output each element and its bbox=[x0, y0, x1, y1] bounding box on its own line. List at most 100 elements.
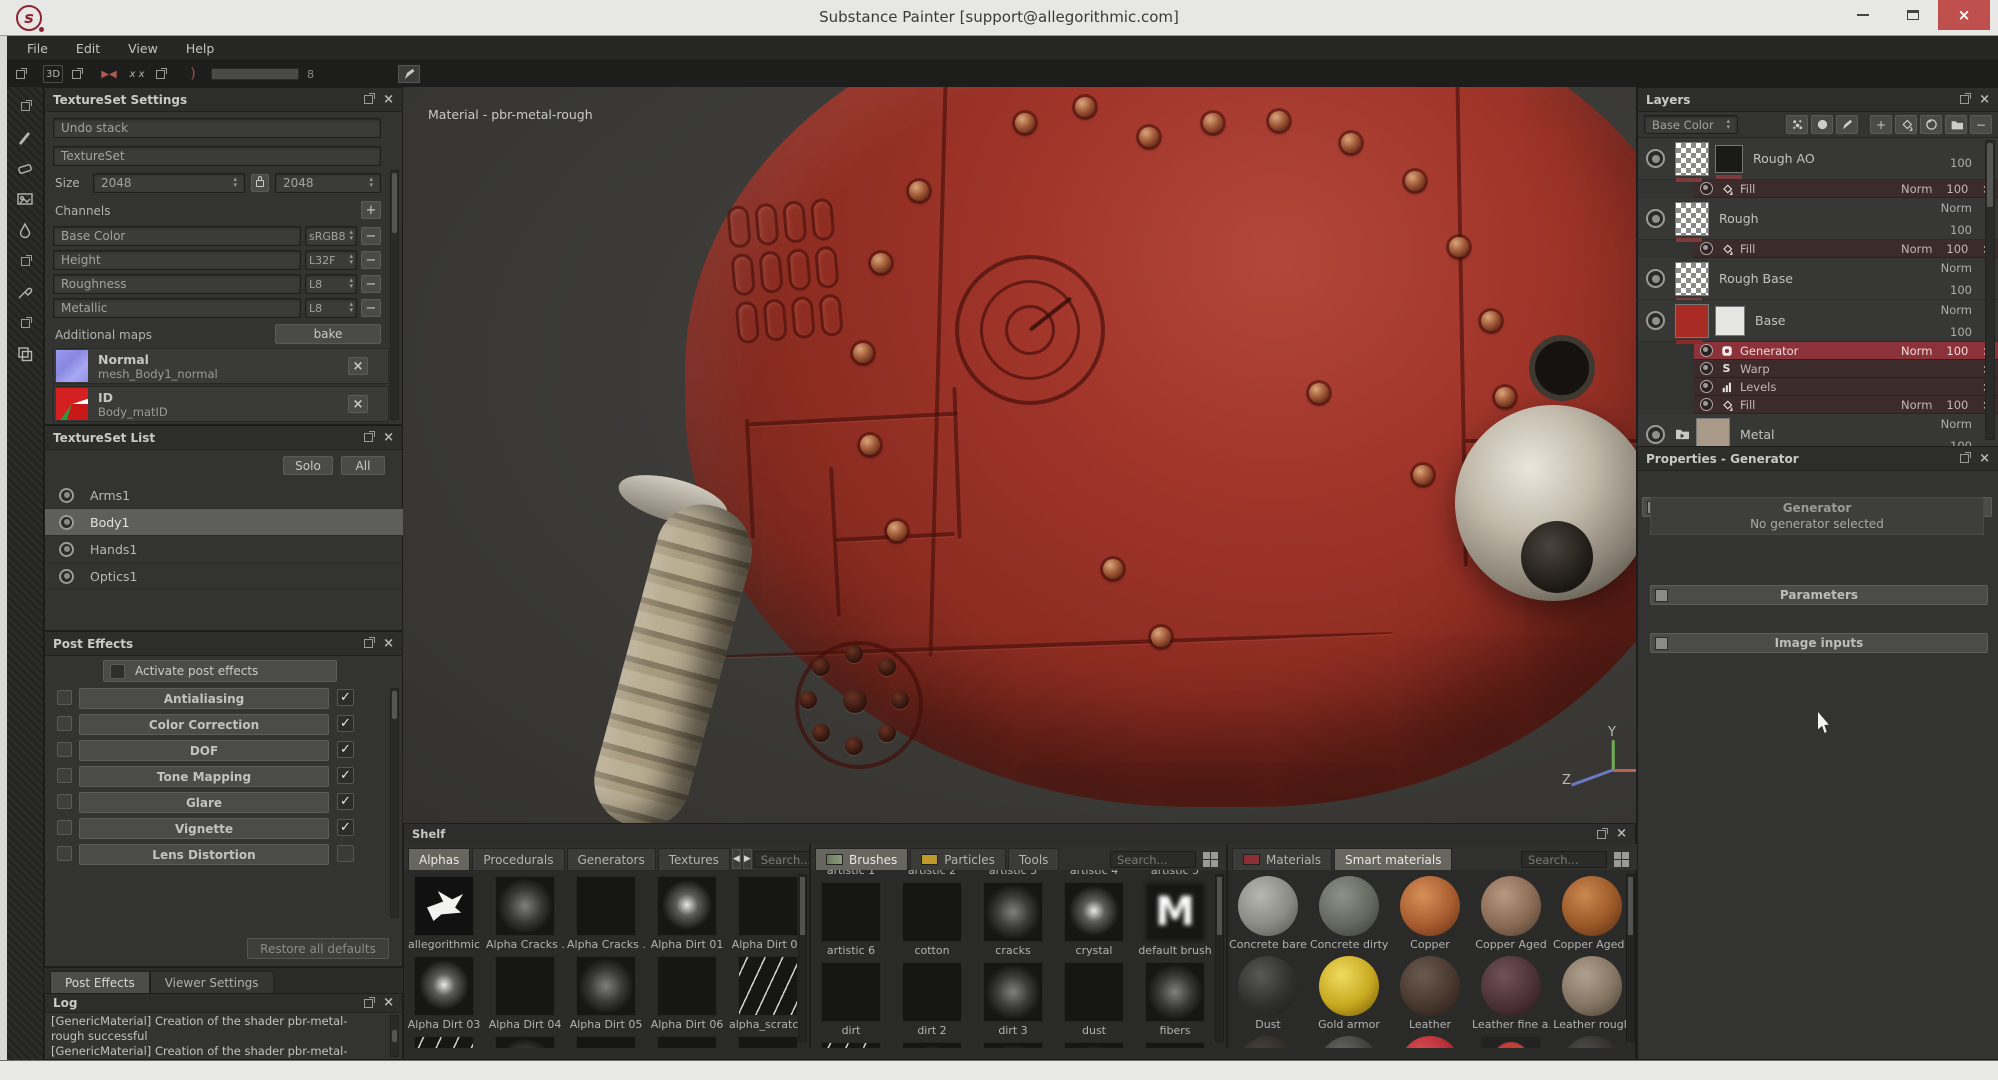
shelf-item[interactable]: Concrete dirty bbox=[1313, 876, 1385, 951]
detach-icon[interactable] bbox=[1960, 95, 1969, 104]
layer-visibility-toggle[interactable] bbox=[1646, 269, 1665, 288]
shelf-item[interactable]: alpha_scratch... bbox=[732, 956, 804, 1031]
shelf-item[interactable] bbox=[1058, 1042, 1130, 1048]
brush-size-slider[interactable] bbox=[211, 68, 299, 80]
shelf-item[interactable]: Alpha Cracks ... bbox=[489, 876, 561, 951]
activate-post-effects-toggle[interactable]: Activate post effects bbox=[103, 660, 337, 682]
folder-expand-icon[interactable] bbox=[1675, 425, 1690, 444]
shelf-item[interactable] bbox=[1394, 1036, 1466, 1048]
shelf-item[interactable]: Leather bbox=[1394, 956, 1466, 1031]
effect-row[interactable]: Fill Norm100× bbox=[1694, 240, 1998, 258]
eyedropper-tool[interactable] bbox=[13, 280, 37, 304]
minimize-button[interactable] bbox=[1840, 0, 1886, 30]
shelf-item[interactable] bbox=[489, 1036, 561, 1048]
shelf-item[interactable]: dirt bbox=[815, 962, 887, 1037]
search-input[interactable]: Search... bbox=[1110, 851, 1196, 868]
projection-tool[interactable] bbox=[13, 187, 37, 211]
shelf-item[interactable]: Alpha Dirt 02 bbox=[732, 876, 804, 951]
effect-checkbox[interactable]: ✓ bbox=[337, 793, 354, 810]
channel-format-select[interactable]: sRGB8▴▾ bbox=[305, 226, 357, 246]
shelf-item[interactable]: dirt 3 bbox=[977, 962, 1049, 1037]
shelf-item[interactable]: Alpha Cracks ... bbox=[570, 876, 642, 951]
shelf-item[interactable]: Alpha Dirt 01 bbox=[651, 876, 723, 951]
lock-ratio-icon[interactable] bbox=[251, 174, 269, 192]
shelf-item[interactable]: Alpha Dirt 05 bbox=[570, 956, 642, 1031]
shelf-item[interactable]: Concrete bare bbox=[1232, 876, 1304, 951]
effect-row[interactable]: S Warp × bbox=[1694, 360, 1998, 378]
shelf-item[interactable] bbox=[408, 1036, 480, 1048]
shelf-item[interactable] bbox=[570, 1036, 642, 1048]
menu-file[interactable]: File bbox=[15, 38, 60, 59]
shelf-item[interactable] bbox=[1232, 1036, 1304, 1048]
shelf-item[interactable]: Mdefault brush bbox=[1139, 882, 1211, 957]
scrollbar[interactable] bbox=[1215, 874, 1224, 1042]
shelf-item[interactable]: artistic 6 bbox=[815, 882, 887, 957]
channel-format-select[interactable]: L8▴▾ bbox=[305, 298, 357, 318]
additional-map-id[interactable]: ID Body_matID × bbox=[53, 386, 389, 422]
shelf-item[interactable] bbox=[1475, 1036, 1547, 1048]
delete-layer-icon[interactable]: − bbox=[1970, 115, 1992, 134]
effect-row[interactable]: Levels × bbox=[1694, 378, 1998, 396]
remove-channel-button[interactable]: − bbox=[361, 275, 381, 293]
effect-visibility-toggle[interactable] bbox=[1700, 380, 1713, 393]
shelf-item[interactable]: Alpha Dirt 03 bbox=[408, 956, 480, 1031]
tab-post-effects[interactable]: Post Effects bbox=[50, 971, 150, 993]
textureset-item[interactable]: Arms1 bbox=[45, 482, 404, 509]
shelf-item[interactable] bbox=[1556, 1036, 1628, 1048]
undo-stack-field[interactable]: Undo stack bbox=[53, 118, 381, 138]
visibility-radio-icon[interactable] bbox=[59, 515, 74, 530]
shelf-item[interactable]: dirt 2 bbox=[896, 962, 968, 1037]
close-icon[interactable]: × bbox=[1616, 829, 1627, 839]
textureset-field[interactable]: TextureSet bbox=[53, 146, 381, 166]
effect-checkbox[interactable] bbox=[337, 845, 354, 862]
smart-material-icon[interactable] bbox=[1920, 115, 1942, 134]
size-width-select[interactable]: 2048 ▴▾ bbox=[93, 173, 245, 193]
detach-icon[interactable] bbox=[364, 639, 373, 648]
layer-mask-thumbnail[interactable] bbox=[1715, 306, 1745, 336]
layer-visibility-toggle[interactable] bbox=[1646, 311, 1665, 330]
shelf-item[interactable]: Gold armor bbox=[1313, 956, 1385, 1031]
shelf-item[interactable]: Alpha Dirt 06 bbox=[651, 956, 723, 1031]
size-height-select[interactable]: 2048 ▴▾ bbox=[275, 173, 381, 193]
shelf-item[interactable]: Alpha Dirt 04 bbox=[489, 956, 561, 1031]
remove-channel-button[interactable]: − bbox=[361, 227, 381, 245]
add-channel-button[interactable]: + bbox=[361, 201, 381, 219]
channel-name[interactable]: Height bbox=[53, 250, 301, 270]
export-icon[interactable] bbox=[156, 70, 165, 79]
layer-thumbnail[interactable] bbox=[1675, 142, 1709, 176]
detach-icon[interactable] bbox=[13, 94, 37, 118]
paint-brush-tool[interactable] bbox=[13, 125, 37, 149]
shelf-item[interactable]: Leather fine a... bbox=[1475, 956, 1547, 1031]
add-effect-icon[interactable] bbox=[1786, 115, 1808, 134]
textureset-item-selected[interactable]: Body1 bbox=[45, 509, 404, 536]
shelf-item[interactable]: allegorithmic bbox=[408, 876, 480, 951]
layer-visibility-toggle[interactable] bbox=[1646, 425, 1665, 444]
menu-help[interactable]: Help bbox=[174, 38, 227, 59]
channel-name[interactable]: Base Color bbox=[53, 226, 301, 246]
tab-textures[interactable]: Textures bbox=[658, 848, 730, 870]
layer-mask-thumbnail[interactable] bbox=[1715, 145, 1743, 173]
scroll-tabs-left-icon[interactable]: ◀ bbox=[732, 849, 741, 869]
detach-icon[interactable] bbox=[364, 999, 373, 1008]
effect-visibility-toggle[interactable] bbox=[1700, 182, 1713, 195]
export-icon[interactable] bbox=[72, 70, 81, 79]
effect-row-tone-mapping[interactable]: Tone Mapping bbox=[79, 766, 329, 787]
effect-row-selected[interactable]: Generator Norm100× bbox=[1694, 342, 1998, 360]
close-icon[interactable]: × bbox=[383, 433, 394, 443]
scrollbar[interactable] bbox=[1626, 874, 1635, 1042]
scroll-tabs-right-icon[interactable]: ▶ bbox=[743, 849, 752, 869]
3d-viewport[interactable]: Material - pbr-metal-rough Y X Z bbox=[403, 87, 1636, 823]
remove-map-button[interactable]: × bbox=[348, 357, 368, 375]
fill-layer-icon[interactable] bbox=[1895, 115, 1917, 134]
close-icon[interactable]: × bbox=[383, 95, 394, 105]
detach-icon[interactable] bbox=[1597, 830, 1606, 839]
effect-row-vignette[interactable]: Vignette bbox=[79, 818, 329, 839]
generator-selector[interactable]: Generator No generator selected bbox=[1650, 497, 1984, 535]
layer-row[interactable]: Rough Norm100 bbox=[1638, 198, 1998, 240]
tab-viewer-settings[interactable]: Viewer Settings bbox=[150, 971, 274, 993]
shelf-item[interactable] bbox=[1139, 1042, 1211, 1048]
shelf-item[interactable]: crystal bbox=[1058, 882, 1130, 957]
layer-thumbnail[interactable] bbox=[1675, 304, 1709, 338]
remove-channel-button[interactable]: − bbox=[361, 251, 381, 269]
tab-particles[interactable]: Particles bbox=[910, 848, 1006, 870]
